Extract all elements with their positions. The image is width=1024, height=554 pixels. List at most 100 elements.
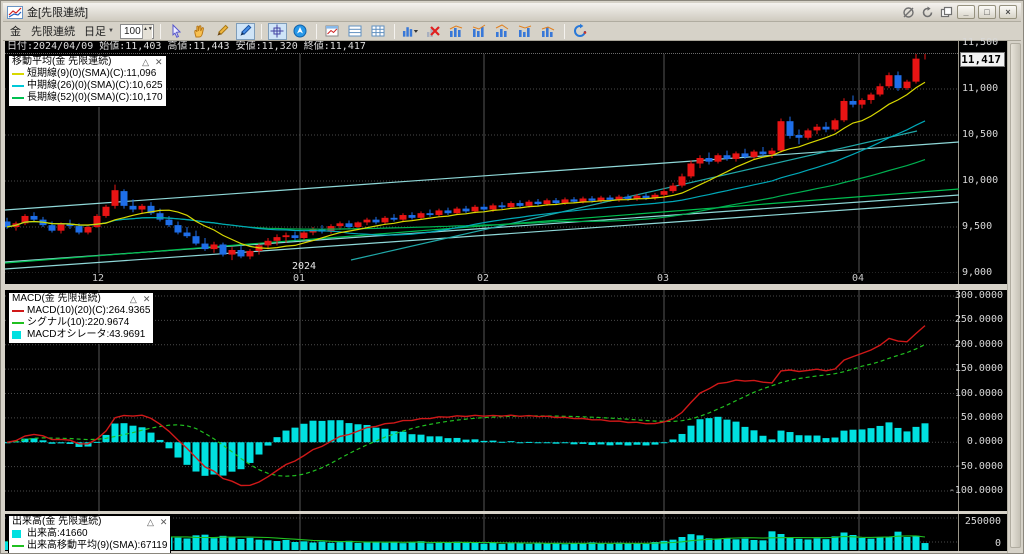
month-tick: 02 — [477, 273, 489, 284]
bar-count-spinner[interactable]: 100 — [120, 24, 154, 39]
legend-row: MACD(10)(20)(C):264.9365 — [12, 305, 150, 317]
legend-row-label: 短期線(9)(0)(SMA)(C):11,096 — [27, 68, 156, 80]
macd-line — [7, 326, 925, 486]
duplicate-window-icon[interactable] — [938, 6, 954, 19]
macd-tick: 300.0000 — [955, 290, 1003, 301]
refresh-icon[interactable] — [571, 23, 590, 40]
toolbar-separator — [394, 24, 395, 39]
right-frame — [1007, 41, 1023, 553]
minimize-button[interactable]: _ — [957, 5, 975, 19]
pan-hand-icon[interactable] — [190, 23, 209, 40]
window-title: 金[先限連続] — [27, 4, 88, 20]
legend-marker-icon — [12, 85, 24, 87]
price-tick: 11,000 — [962, 83, 998, 94]
legend-title: 移動平均(金 先限連続) — [12, 56, 136, 68]
legend-close-icon[interactable]: ✕ — [155, 56, 163, 68]
legend-row: MACDオシレータ:43.9691 — [12, 329, 150, 341]
current-price-box: 11,417 — [960, 52, 1005, 67]
legend-collapse-icon[interactable]: △ — [130, 293, 137, 305]
maximize-button[interactable]: □ — [978, 5, 996, 19]
legend-row-label: 中期線(26)(0)(SMA)(C):10,625 — [27, 80, 163, 92]
legend-row: 短期線(9)(0)(SMA)(C):11,096 — [12, 68, 163, 80]
macd-tick: 50.0000 — [961, 412, 1003, 423]
legend-row: 出来高移動平均(9)(SMA):67119 — [12, 540, 167, 552]
legend-marker-icon — [12, 73, 24, 75]
period-dropdown[interactable]: 日足 — [82, 23, 116, 39]
grid-icon[interactable] — [369, 23, 388, 40]
x-axis-strip: 1201020304 — [5, 273, 959, 284]
legend-row-label: シグナル(10):220.9674 — [27, 317, 129, 329]
legend-row-label: MACDオシレータ:43.9691 — [27, 329, 145, 341]
legend-row: シグナル(10):220.9674 — [12, 317, 150, 329]
close-button[interactable]: × — [999, 5, 1017, 19]
ma-long-line — [7, 160, 925, 230]
toolbar-separator — [564, 24, 565, 39]
month-tick: 01 — [293, 273, 305, 284]
draw-trendline-icon[interactable] — [236, 23, 255, 40]
right-frame-inset — [1010, 43, 1021, 548]
legend-row-label: MACD(10)(20)(C):264.9365 — [27, 305, 150, 317]
legend-row-label: 長期線(52)(0)(SMA)(C):10,170 — [27, 92, 163, 104]
toolbar-separator — [261, 24, 262, 39]
month-tick: 12 — [92, 273, 104, 284]
chart-window-icon[interactable] — [323, 23, 342, 40]
pin-icon[interactable] — [900, 6, 916, 19]
toolbar: 金 先限連続 日足 100 — [3, 22, 1021, 41]
window-chart-icon — [7, 6, 23, 19]
legend-row: 中期線(26)(0)(SMA)(C):10,625 — [12, 80, 163, 92]
legend-marker-icon — [12, 331, 21, 339]
legend-marker-icon — [12, 545, 24, 547]
signal-line — [7, 345, 925, 477]
macd-panel[interactable]: MACD(金 先限連続) △ ✕MACD(10)(20)(C):264.9365シグ… — [5, 290, 959, 511]
volume-legend: 出来高(金 先限連続) △ ✕ 出来高:41660出来高移動平均(9)(SMA):67… — [8, 515, 171, 554]
volume-tick: 0 — [995, 538, 1001, 549]
ma-mid-line — [7, 121, 925, 235]
legend-row: 長期線(52)(0)(SMA)(C):10,170 — [12, 92, 163, 104]
toolbar-separator — [316, 24, 317, 39]
legend-row-label: 出来高移動平均(9)(SMA):67119 — [27, 540, 167, 552]
remove-indicator-icon[interactable] — [424, 23, 443, 40]
legend-row: 出来高:41660 — [12, 528, 167, 540]
legend-title: MACD(金 先限連続) — [12, 293, 124, 305]
legend-marker-icon — [12, 310, 24, 312]
crosshair-icon[interactable] — [268, 23, 287, 40]
price-axis: 11,50011,00010,50010,0009,5009,00011,417 — [959, 41, 1007, 284]
indicator3-icon[interactable] — [493, 23, 512, 40]
chart-type-dropdown-icon[interactable] — [401, 23, 420, 40]
legend-title: 出来高(金 先限連続) — [12, 516, 141, 528]
volume-tick: 250000 — [965, 516, 1001, 527]
toolbar-separator — [160, 24, 161, 39]
trendline — [351, 131, 917, 260]
volume-panel[interactable]: 出来高(金 先限連続) △ ✕ 出来高:41660出来高移動平均(9)(SMA):67… — [5, 514, 959, 551]
chart-region: 日付:2024/04/09 始値:11,403 高値:11,443 安値:11,… — [3, 41, 1007, 551]
legend-collapse-icon[interactable]: △ — [147, 516, 154, 528]
compass-tool-icon[interactable] — [291, 23, 310, 40]
legend-close-icon[interactable]: ✕ — [143, 293, 151, 305]
legend-collapse-icon[interactable]: △ — [142, 56, 149, 68]
macd-tick: 0.0000 — [967, 436, 1003, 447]
price-tick: 10,500 — [962, 129, 998, 140]
select-cursor-icon[interactable] — [167, 23, 186, 40]
indicator5-icon[interactable] — [539, 23, 558, 40]
symbol-label[interactable]: 金 — [7, 23, 24, 39]
ma-short-line — [7, 82, 925, 248]
macd-legend: MACD(金 先限連続) △ ✕MACD(10)(20)(C):264.9365シグ… — [8, 292, 154, 344]
hgrid-icon[interactable] — [346, 23, 365, 40]
legend-row-label: 出来高:41660 — [27, 528, 88, 540]
reload-icon[interactable] — [919, 6, 935, 19]
price-tick: 9,500 — [962, 221, 992, 232]
legend-close-icon[interactable]: ✕ — [160, 516, 168, 528]
legend-marker-icon — [12, 322, 24, 324]
draw-pencil-icon[interactable] — [213, 23, 232, 40]
contract-label[interactable]: 先限連続 — [28, 23, 78, 39]
period-label: 日足 — [84, 23, 106, 39]
indicator1-icon[interactable] — [447, 23, 466, 40]
bar-count-value: 100 — [124, 26, 141, 37]
legend-marker-icon — [12, 530, 21, 538]
main-chart-panel[interactable]: 日付:2024/04/09 始値:11,403 高値:11,443 安値:11,… — [5, 41, 959, 273]
indicator2-icon[interactable] — [470, 23, 489, 40]
year-label: 2024 — [292, 261, 316, 272]
price-tick: 10,000 — [962, 175, 998, 186]
indicator4-icon[interactable] — [516, 23, 535, 40]
ma-legend: 移動平均(金 先限連続) △ ✕短期線(9)(0)(SMA)(C):11,096中期… — [8, 55, 167, 107]
